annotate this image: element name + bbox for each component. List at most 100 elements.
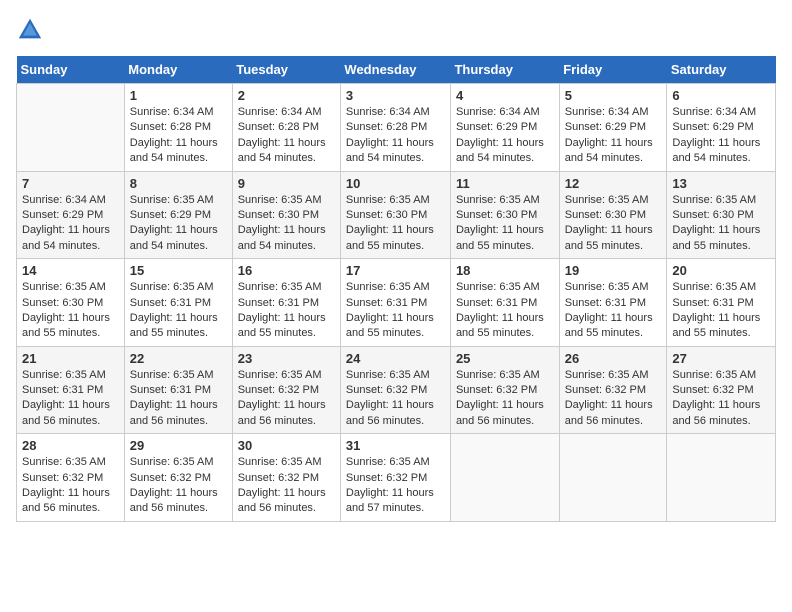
calendar-cell: 22 Sunrise: 6:35 AMSunset: 6:31 PMDayligh… [124,346,232,434]
page-header [16,16,776,44]
day-number: 10 [346,176,445,191]
calendar-cell: 26 Sunrise: 6:35 AMSunset: 6:32 PMDayligh… [559,346,667,434]
calendar-cell: 18 Sunrise: 6:35 AMSunset: 6:31 PMDayligh… [450,259,559,347]
day-number: 30 [238,438,335,453]
cell-info: Sunrise: 6:35 AMSunset: 6:32 PMDaylight:… [456,368,554,430]
cell-info: Sunrise: 6:35 AMSunset: 6:32 PMDaylight:… [346,455,445,517]
cell-info: Sunrise: 6:35 AMSunset: 6:30 PMDaylight:… [238,193,335,255]
day-number: 15 [130,263,227,278]
cell-info: Sunrise: 6:35 AMSunset: 6:31 PMDaylight:… [456,280,554,342]
calendar-cell: 12Sunrise: 6:35 AMSunset: 6:30 PMDayligh… [559,171,667,259]
calendar-cell: 14 Sunrise: 6:35 AMSunset: 6:30 PMDayligh… [17,259,125,347]
calendar-cell: 9 Sunrise: 6:35 AMSunset: 6:30 PMDaylight… [232,171,340,259]
calendar-cell: 25 Sunrise: 6:35 AMSunset: 6:32 PMDayligh… [450,346,559,434]
calendar-cell: 17 Sunrise: 6:35 AMSunset: 6:31 PMDayligh… [340,259,450,347]
cell-info: Sunrise: 6:34 AMSunset: 6:28 PMDaylight:… [346,105,445,167]
day-number: 13 [672,176,770,191]
cell-info: Sunrise: 6:34 AMSunset: 6:29 PMDaylight:… [672,105,770,167]
day-number: 6 [672,88,770,103]
day-number: 25 [456,351,554,366]
calendar-header-friday: Friday [559,56,667,84]
calendar-cell: 16Sunrise: 6:35 AMSunset: 6:31 PMDayligh… [232,259,340,347]
calendar-cell: 24Sunrise: 6:35 AMSunset: 6:32 PMDayligh… [340,346,450,434]
day-number: 7 [22,176,119,191]
day-number: 11 [456,176,554,191]
calendar-cell: 8 Sunrise: 6:35 AMSunset: 6:29 PMDaylight… [124,171,232,259]
calendar-cell [667,434,776,522]
day-number: 21 [22,351,119,366]
calendar-week-3: 14 Sunrise: 6:35 AMSunset: 6:30 PMDayligh… [17,259,776,347]
calendar-cell: 1Sunrise: 6:34 AMSunset: 6:28 PMDaylight… [124,84,232,172]
day-number: 18 [456,263,554,278]
day-number: 29 [130,438,227,453]
day-number: 1 [130,88,227,103]
day-number: 5 [565,88,662,103]
cell-info: Sunrise: 6:35 AMSunset: 6:31 PMDaylight:… [565,280,662,342]
day-number: 3 [346,88,445,103]
calendar-header-sunday: Sunday [17,56,125,84]
day-number: 28 [22,438,119,453]
calendar-cell [450,434,559,522]
cell-info: Sunrise: 6:35 AMSunset: 6:31 PMDaylight:… [130,280,227,342]
calendar-cell: 27Sunrise: 6:35 AMSunset: 6:32 PMDayligh… [667,346,776,434]
calendar-week-1: 1 Sunrise: 6:34 AMSunset: 6:28 PMDaylight… [17,84,776,172]
cell-info: Sunrise: 6:35 AMSunset: 6:32 PMDaylight:… [130,455,227,517]
day-number: 17 [346,263,445,278]
calendar-header-row: SundayMondayTuesdayWednesdayThursdayFrid… [17,56,776,84]
cell-info: Sunrise: 6:35 AMSunset: 6:31 PMDaylight:… [130,368,227,430]
calendar-cell: 23 Sunrise: 6:35 AMSunset: 6:32 PMDayligh… [232,346,340,434]
cell-info: Sunrise: 6:35 AMSunset: 6:31 PMDaylight:… [672,280,770,342]
calendar-cell: 7 Sunrise: 6:34 AMSunset: 6:29 PMDaylight… [17,171,125,259]
cell-info: Sunrise: 6:35 AMSunset: 6:31 PMDaylight:… [22,368,119,430]
calendar-header-thursday: Thursday [450,56,559,84]
cell-info: Sunrise: 6:35 AMSunset: 6:30 PMDaylight:… [672,193,770,255]
logo [16,16,48,44]
day-number: 2 [238,88,335,103]
cell-info: Sunrise: 6:35 AMSunset: 6:30 PMDaylight:… [456,193,554,255]
calendar-cell: 28 Sunrise: 6:35 AMSunset: 6:32 PMDayligh… [17,434,125,522]
day-number: 20 [672,263,770,278]
calendar-cell: 13 Sunrise: 6:35 AMSunset: 6:30 PMDayligh… [667,171,776,259]
day-number: 4 [456,88,554,103]
day-number: 16 [238,263,335,278]
cell-info: Sunrise: 6:35 AMSunset: 6:32 PMDaylight:… [22,455,119,517]
calendar-cell: 11 Sunrise: 6:35 AMSunset: 6:30 PMDayligh… [450,171,559,259]
day-number: 19 [565,263,662,278]
logo-icon [16,16,44,44]
calendar-week-4: 21 Sunrise: 6:35 AMSunset: 6:31 PMDayligh… [17,346,776,434]
calendar-cell [559,434,667,522]
day-number: 24 [346,351,445,366]
day-number: 31 [346,438,445,453]
calendar-cell: 3 Sunrise: 6:34 AMSunset: 6:28 PMDaylight… [340,84,450,172]
calendar-cell: 20 Sunrise: 6:35 AMSunset: 6:31 PMDayligh… [667,259,776,347]
calendar-cell: 2Sunrise: 6:34 AMSunset: 6:28 PMDaylight… [232,84,340,172]
cell-info: Sunrise: 6:35 AMSunset: 6:32 PMDaylight:… [238,368,335,430]
calendar-cell: 29 Sunrise: 6:35 AMSunset: 6:32 PMDayligh… [124,434,232,522]
calendar-table: SundayMondayTuesdayWednesdayThursdayFrid… [16,56,776,522]
calendar-cell: 31 Sunrise: 6:35 AMSunset: 6:32 PMDayligh… [340,434,450,522]
cell-info: Sunrise: 6:34 AMSunset: 6:29 PMDaylight:… [22,193,119,255]
day-number: 26 [565,351,662,366]
cell-info: Sunrise: 6:35 AMSunset: 6:32 PMDaylight:… [672,368,770,430]
cell-info: Sunrise: 6:35 AMSunset: 6:32 PMDaylight:… [565,368,662,430]
day-number: 8 [130,176,227,191]
calendar-cell: 30 Sunrise: 6:35 AMSunset: 6:32 PMDayligh… [232,434,340,522]
cell-info: Sunrise: 6:35 AMSunset: 6:31 PMDaylight:… [346,280,445,342]
cell-info: Sunrise: 6:35 AMSunset: 6:32 PMDaylight:… [238,455,335,517]
cell-info: Sunrise: 6:35 AMSunset: 6:29 PMDaylight:… [130,193,227,255]
calendar-cell: 21 Sunrise: 6:35 AMSunset: 6:31 PMDayligh… [17,346,125,434]
calendar-header-tuesday: Tuesday [232,56,340,84]
calendar-week-5: 28 Sunrise: 6:35 AMSunset: 6:32 PMDayligh… [17,434,776,522]
calendar-cell: 19 Sunrise: 6:35 AMSunset: 6:31 PMDayligh… [559,259,667,347]
day-number: 14 [22,263,119,278]
day-number: 22 [130,351,227,366]
calendar-header-monday: Monday [124,56,232,84]
day-number: 9 [238,176,335,191]
calendar-cell: 4 Sunrise: 6:34 AMSunset: 6:29 PMDaylight… [450,84,559,172]
calendar-header-wednesday: Wednesday [340,56,450,84]
calendar-cell: 10Sunrise: 6:35 AMSunset: 6:30 PMDayligh… [340,171,450,259]
calendar-cell: 5Sunrise: 6:34 AMSunset: 6:29 PMDaylight… [559,84,667,172]
cell-info: Sunrise: 6:34 AMSunset: 6:29 PMDaylight:… [456,105,554,167]
day-number: 23 [238,351,335,366]
cell-info: Sunrise: 6:35 AMSunset: 6:30 PMDaylight:… [22,280,119,342]
